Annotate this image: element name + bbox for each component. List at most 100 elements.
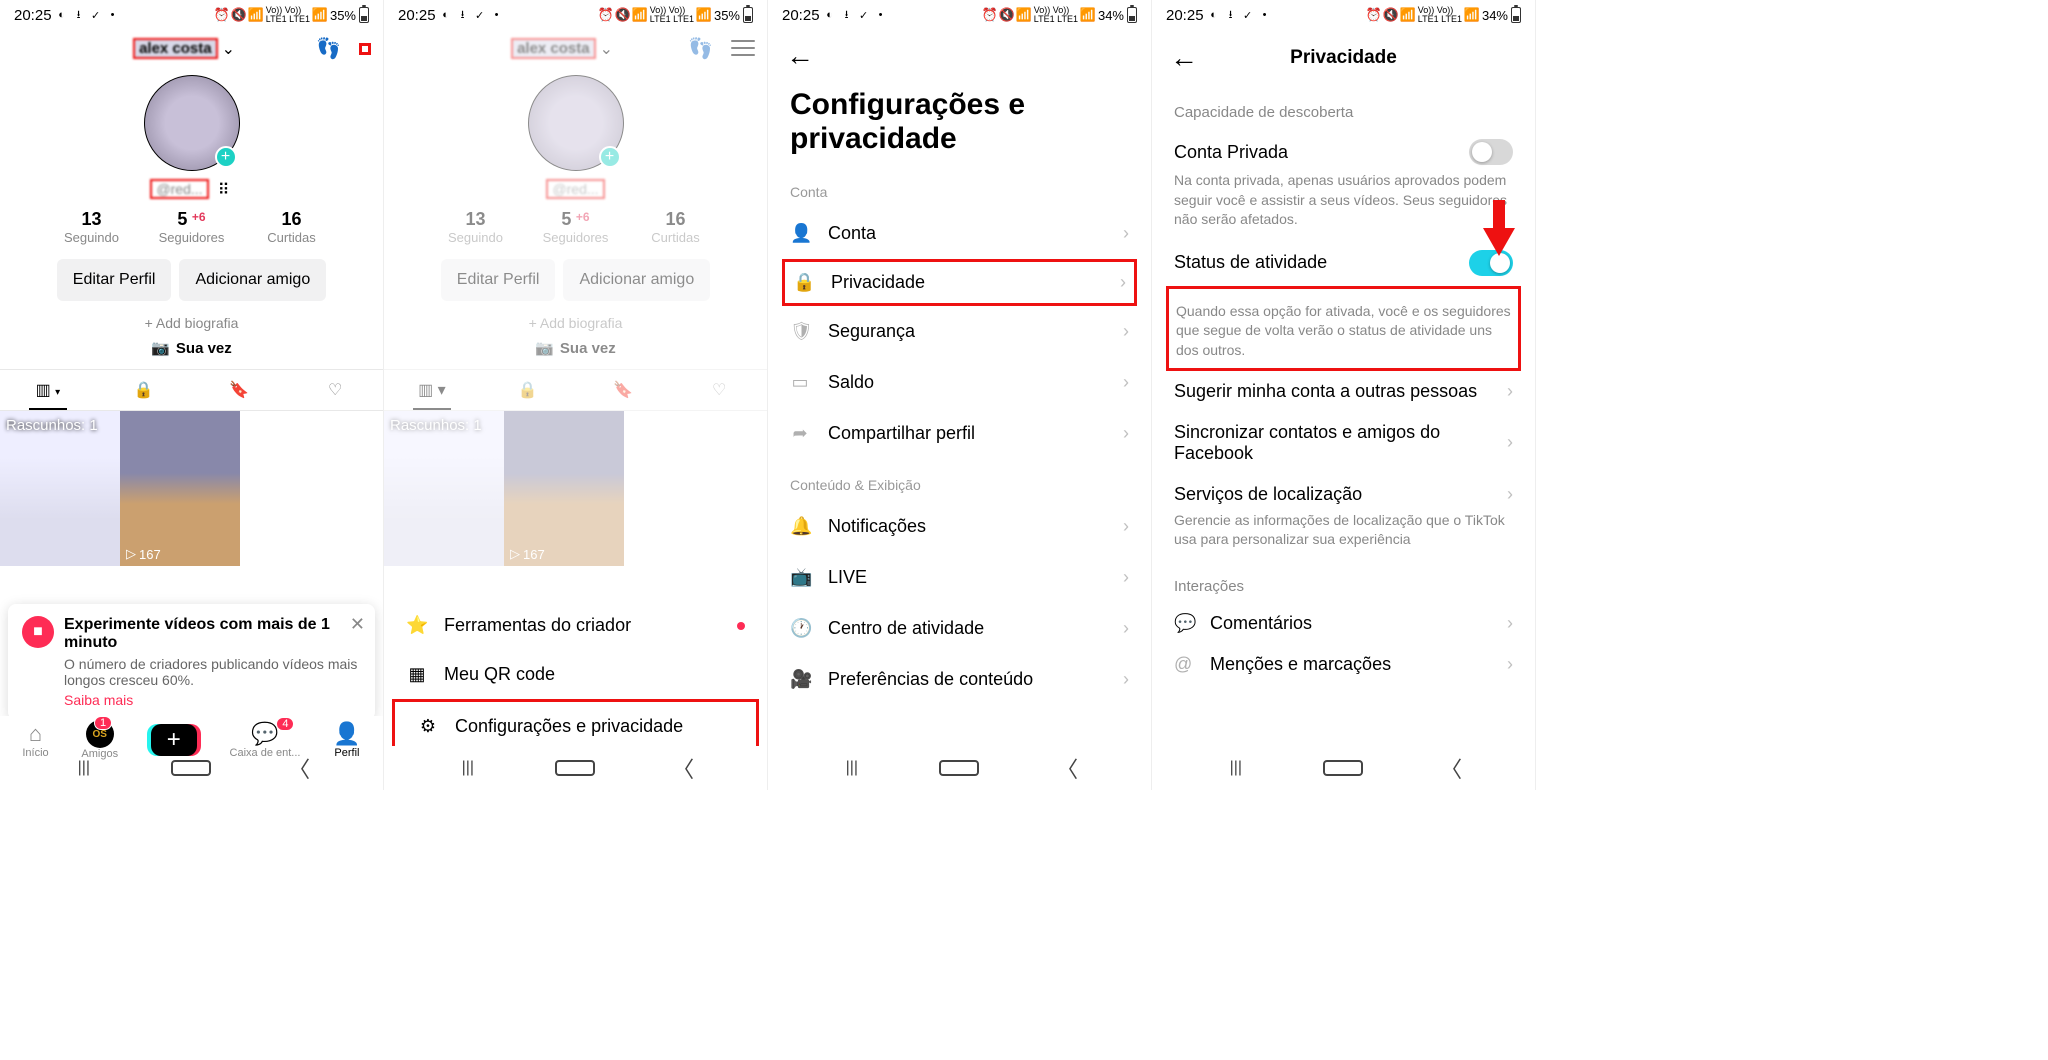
item-account[interactable]: 👤Conta› [768, 208, 1151, 259]
home-button[interactable] [939, 760, 979, 776]
section-interactions: Interações [1152, 560, 1535, 603]
sheet-qr-code[interactable]: ▦ Meu QR code [384, 650, 767, 699]
recents-button[interactable]: ||| [64, 759, 104, 777]
tab-videos[interactable]: ▥ ▾ [0, 370, 96, 410]
item-share-profile[interactable]: ➦Compartilhar perfil› [768, 408, 1151, 459]
system-nav: ||| 〈 [384, 746, 767, 790]
qr-icon[interactable]: ⠿ [215, 180, 233, 198]
recents-button[interactable]: ||| [1216, 759, 1256, 777]
whatsapp-icon: ◐ [55, 8, 69, 22]
hamburger-highlight [359, 43, 371, 55]
alarm-icon: ⏰ [215, 8, 229, 22]
edit-profile-button[interactable]: Editar Perfil [57, 259, 172, 301]
item-privacy-highlight: 🔒Privacidade› [782, 259, 1137, 306]
private-account-toggle[interactable] [1469, 139, 1513, 165]
system-nav: ||| 〈 [1152, 746, 1535, 790]
chevron-right-icon: › [1123, 223, 1129, 244]
video-icon: ■ [22, 616, 54, 648]
tab-saved[interactable]: 🔖 [192, 370, 288, 410]
home-icon: ⌂ [22, 721, 48, 747]
footsteps-icon[interactable]: 👣 [316, 36, 341, 61]
item-activity-status: Status de atividade [1152, 240, 1535, 286]
system-nav: ||| 〈 [0, 746, 383, 790]
sheet-settings[interactable]: Configurações e privacidade [455, 716, 683, 737]
close-icon[interactable]: ✕ [350, 614, 365, 635]
download-icon: ⭳ [72, 8, 86, 22]
add-story-icon[interactable]: + [215, 146, 237, 168]
following-stat[interactable]: 13 Seguindo [42, 209, 142, 245]
add-friend-button[interactable]: Adicionar amigo [179, 259, 326, 301]
username-handle: @red... [150, 179, 208, 199]
item-private-account: Conta Privada Na conta privada, apenas u… [1152, 129, 1535, 240]
username-dropdown[interactable]: alex costa ⌄ [133, 38, 235, 59]
signal-icon: 📶 [313, 8, 327, 22]
activity-desc-highlight: Quando essa opção for ativada, você e os… [1166, 286, 1521, 371]
chevron-down-icon: ⌄ [222, 39, 235, 59]
item-live[interactable]: 📺LIVE› [768, 552, 1151, 603]
clock-icon: 🕐 [790, 618, 810, 639]
back-arrow-icon[interactable]: ← [786, 40, 814, 72]
system-nav: ||| 〈 [768, 746, 1151, 790]
back-button[interactable]: 〈 [1431, 752, 1471, 784]
item-security[interactable]: 🛡Segurança› [768, 306, 1151, 357]
phone-4-privacy: 20:25◐⭳✓• ⏰🔇📶Vo)) Vo))LTE1 LTE1📶34% ← Pr… [1152, 0, 1536, 790]
check-icon: ✓ [89, 8, 103, 22]
privacy-title: Privacidade [1170, 47, 1517, 69]
promo-card: ✕ ■ Experimente vídeos com mais de 1 min… [8, 604, 375, 720]
wifi-icon: 📶 [249, 8, 263, 22]
status-time: 20:25 [14, 7, 52, 24]
add-bio-button[interactable]: + Add biografia [0, 315, 383, 331]
item-privacy[interactable]: Privacidade [831, 272, 925, 293]
at-icon: @ [1174, 654, 1196, 675]
item-sync-contacts[interactable]: Sincronizar contatos e amigos do Faceboo… [1152, 412, 1535, 474]
battery-pct: 35% [330, 8, 356, 23]
bell-icon: 🔔 [790, 516, 810, 537]
status-bar: 20:25◐⭳✓• ⏰🔇📶Vo)) Vo))LTE1 LTE1📶34% [768, 0, 1151, 30]
draft-thumb[interactable]: Rascunhos: 1 [0, 411, 120, 566]
phone-1-profile: 20:25 ◐ ⭳ ✓ • ⏰ 🔇 📶 Vo)) Vo))LTE1 LTE1 📶… [0, 0, 384, 790]
promo-title: Experimente vídeos com mais de 1 minuto [64, 616, 361, 652]
gear-icon: ⚙ [417, 716, 439, 737]
share-icon: ➦ [790, 423, 810, 444]
section-account: Conta [768, 166, 1151, 208]
comment-icon: 💬 [1174, 613, 1196, 634]
status-bar: 20:25◐⭳✓• ⏰🔇📶Vo)) Vo))LTE1 LTE1📶35% [384, 0, 767, 30]
mute-icon: 🔇 [232, 8, 246, 22]
item-suggest-account[interactable]: Sugerir minha conta a outras pessoas› [1152, 371, 1535, 412]
profile-avatar[interactable]: + [144, 75, 240, 171]
likes-stat[interactable]: 16 Curtidas [242, 209, 342, 245]
recents-button[interactable]: ||| [832, 759, 872, 777]
home-button[interactable] [171, 760, 211, 776]
back-button[interactable]: 〈 [663, 752, 703, 784]
profile-tabs: ▥ ▾ 🔒 🔖 ♡ [0, 369, 383, 411]
item-notifications[interactable]: 🔔Notificações› [768, 501, 1151, 552]
back-button[interactable]: 〈 [279, 752, 319, 784]
home-button[interactable] [555, 760, 595, 776]
home-button[interactable] [1323, 760, 1363, 776]
phone-2-menu: 20:25◐⭳✓• ⏰🔇📶Vo)) Vo))LTE1 LTE1📶35% alex… [384, 0, 768, 790]
sheet-creator-tools[interactable]: ⭐ Ferramentas do criador [384, 601, 767, 650]
recents-button[interactable]: ||| [448, 759, 488, 777]
status-bar: 20:25 ◐ ⭳ ✓ • ⏰ 🔇 📶 Vo)) Vo))LTE1 LTE1 📶… [0, 0, 383, 30]
video-icon: 🎥 [790, 669, 810, 690]
promo-body: O número de criadores publicando vídeos … [64, 656, 361, 688]
item-location[interactable]: Serviços de localização› Gerencie as inf… [1152, 474, 1535, 560]
tab-private[interactable]: 🔒 [96, 370, 192, 410]
red-arrow-annotation [1479, 200, 1519, 261]
promo-more[interactable]: Saiba mais [64, 692, 361, 708]
item-balance[interactable]: ▭Saldo› [768, 357, 1151, 408]
video-thumb[interactable]: ▷167 [120, 411, 240, 566]
item-content-prefs[interactable]: 🎥Preferências de conteúdo› [768, 654, 1151, 705]
status-bar: 20:25◐⭳✓• ⏰🔇📶Vo)) Vo))LTE1 LTE1📶34% [1152, 0, 1535, 30]
your-turn-button[interactable]: 📷 Sua vez [0, 339, 383, 357]
wallet-icon: ▭ [790, 372, 810, 393]
person-icon: 👤 [790, 223, 810, 244]
tv-icon: 📺 [790, 567, 810, 588]
item-mentions[interactable]: @Menções e marcações› [1152, 644, 1535, 685]
item-comments[interactable]: 💬Comentários› [1152, 603, 1535, 644]
tab-liked[interactable]: ♡ [287, 370, 383, 410]
back-button[interactable]: 〈 [1047, 752, 1087, 784]
bottom-sheet: ⭐ Ferramentas do criador ▦ Meu QR code ⚙… [384, 583, 767, 764]
item-activity-center[interactable]: 🕐Centro de atividade› [768, 603, 1151, 654]
followers-stat[interactable]: 5 +6 Seguidores [142, 209, 242, 245]
